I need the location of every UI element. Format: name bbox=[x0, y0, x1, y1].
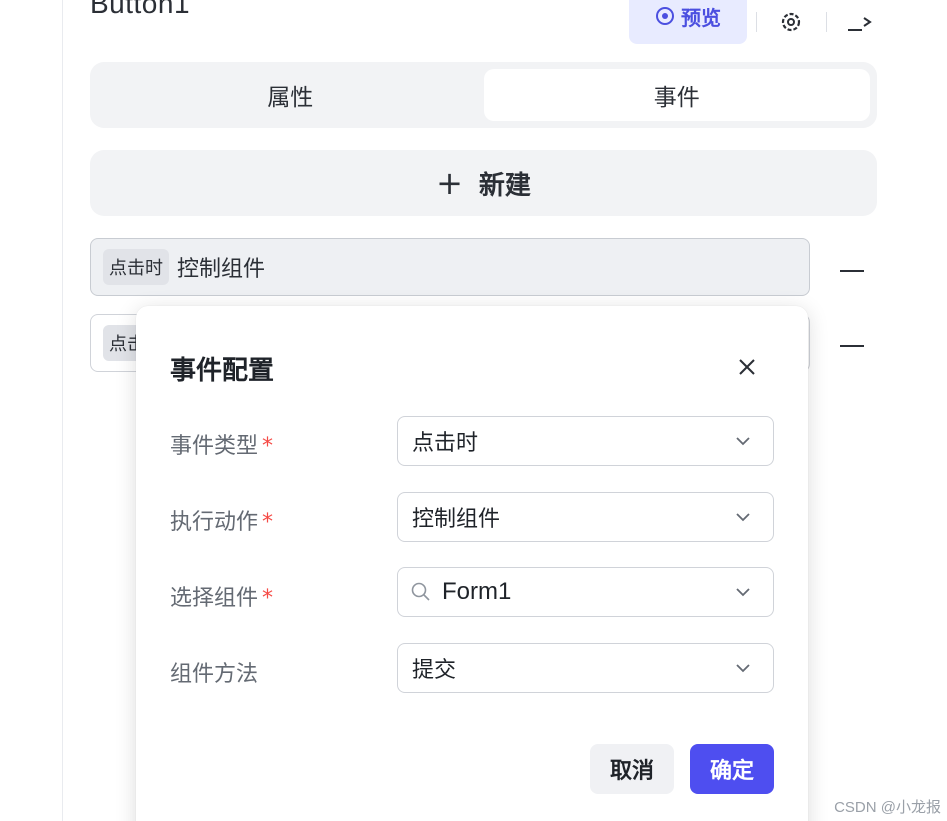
label-text: 组件方法 bbox=[170, 662, 259, 687]
remove-event-icon[interactable] bbox=[840, 270, 864, 272]
component-title: Button1 bbox=[90, 0, 191, 19]
event-config-dialog: 事件配置 事件类型* 点击时 执行动作* 控制组件 选择组件* Form1 bbox=[136, 306, 808, 821]
field-label-action: 执行动作 * bbox=[170, 504, 273, 536]
header-separator bbox=[826, 12, 827, 32]
field-label-method: 组件方法 bbox=[170, 656, 262, 688]
chevron-down-icon bbox=[736, 513, 750, 522]
dialog-title: 事件配置 bbox=[170, 356, 275, 386]
chevron-down-icon bbox=[736, 437, 750, 446]
field-label-component: 选择组件 * bbox=[170, 580, 273, 612]
method-select[interactable]: 提交 bbox=[397, 643, 774, 693]
required-mark: * bbox=[262, 510, 274, 535]
header-separator bbox=[756, 12, 757, 32]
select-value: Form1 bbox=[442, 578, 512, 605]
cancel-button[interactable]: 取消 bbox=[590, 744, 674, 794]
new-event-button[interactable]: + 新建 bbox=[90, 150, 877, 216]
required-mark: * bbox=[262, 434, 274, 459]
select-value: 控制组件 bbox=[412, 507, 501, 532]
watermark: CSDN @小龙报 bbox=[834, 799, 941, 816]
new-event-label: 新建 bbox=[478, 170, 531, 201]
event-row[interactable]: 点击时 控制组件 bbox=[90, 238, 810, 296]
settings-gear-icon[interactable] bbox=[778, 10, 804, 34]
panel-tabs: 属性 事件 bbox=[90, 62, 877, 128]
label-text: 选择组件 bbox=[170, 586, 259, 611]
search-icon bbox=[411, 582, 430, 601]
tab-events[interactable]: 事件 bbox=[483, 69, 870, 121]
event-type-select[interactable]: 点击时 bbox=[397, 416, 774, 466]
panel-divider bbox=[62, 0, 63, 821]
close-icon[interactable] bbox=[736, 356, 758, 378]
confirm-button[interactable]: 确定 bbox=[690, 744, 774, 794]
eye-icon bbox=[655, 6, 675, 26]
select-value: 提交 bbox=[412, 658, 457, 683]
label-text: 事件类型 bbox=[170, 434, 259, 459]
component-select[interactable]: Form1 bbox=[397, 567, 774, 617]
preview-button[interactable]: 预览 bbox=[629, 0, 747, 44]
remove-event-icon[interactable] bbox=[840, 345, 864, 347]
event-trigger-tag: 点击时 bbox=[103, 249, 169, 285]
plus-icon: + bbox=[436, 164, 463, 202]
action-select[interactable]: 控制组件 bbox=[397, 492, 774, 542]
event-action-text: 控制组件 bbox=[177, 257, 266, 282]
tab-properties[interactable]: 属性 bbox=[97, 69, 484, 121]
required-mark: * bbox=[262, 586, 274, 611]
chevron-down-icon bbox=[736, 588, 750, 597]
collapse-panel-icon[interactable] bbox=[846, 10, 874, 34]
chevron-down-icon bbox=[736, 664, 750, 673]
preview-label: 预览 bbox=[681, 5, 721, 30]
event-config-page: Button1 预览 属性 事件 + 新建 点击时 控制组件 点击时 事件配置 bbox=[0, 0, 947, 821]
select-value: 点击时 bbox=[412, 431, 479, 456]
label-text: 执行动作 bbox=[170, 510, 259, 535]
field-label-event-type: 事件类型 * bbox=[170, 428, 273, 460]
